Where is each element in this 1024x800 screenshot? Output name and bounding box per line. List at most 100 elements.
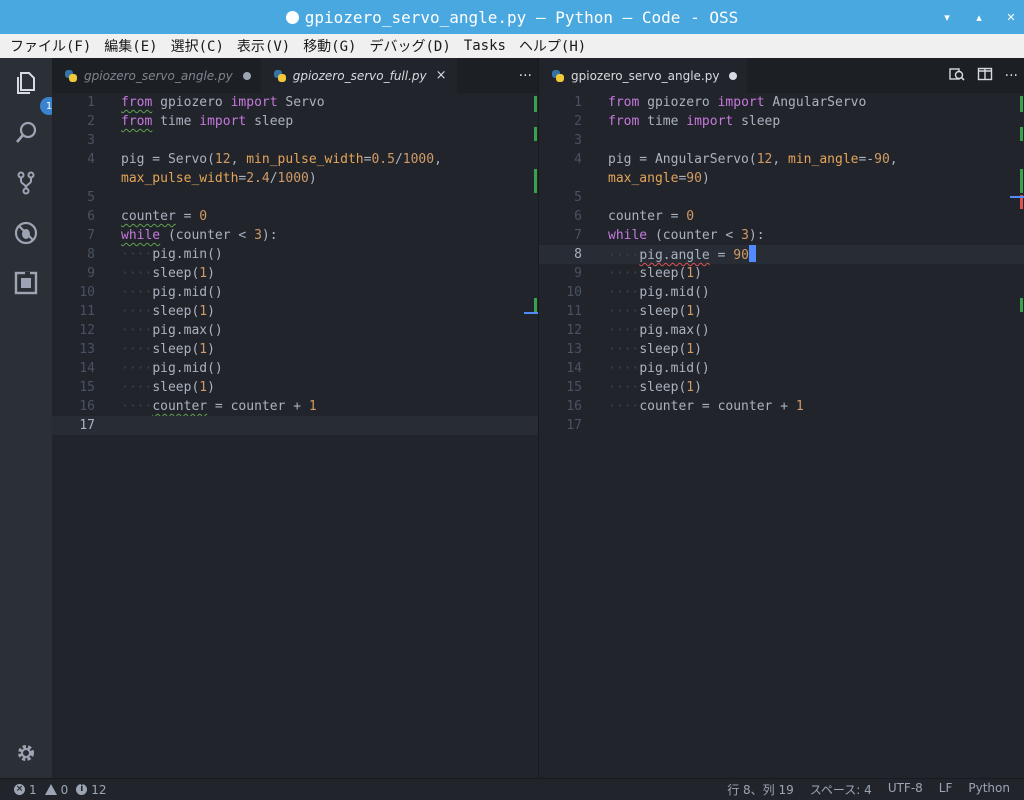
line-number: 11 (79, 304, 95, 319)
tab-label: gpiozero_servo_angle.py (571, 68, 720, 83)
git-added-marker (1020, 169, 1023, 193)
line-number: 2 (574, 114, 582, 129)
code-line: ····counter = counter + 1 (121, 399, 317, 414)
info-count: 12 (91, 782, 107, 797)
line-number: 9 (87, 266, 95, 281)
source-control-button[interactable] (13, 170, 39, 196)
code-line: ····sleep(1) (608, 304, 702, 319)
language-mode[interactable]: Python (968, 781, 1010, 798)
close-icon[interactable]: × (436, 68, 447, 83)
line-number: 7 (574, 228, 582, 243)
line-number: 1 (87, 95, 95, 110)
minimize-button[interactable]: ▾ (942, 11, 952, 24)
code-line: ····pig.max() (121, 323, 223, 338)
warning-count: 0 (60, 782, 69, 797)
encoding[interactable]: UTF-8 (888, 781, 923, 798)
code-line: ····pig.mid() (608, 361, 710, 376)
line-number: 3 (574, 133, 582, 148)
code-line: from gpiozero import Servo (121, 95, 325, 110)
unsaved-dot-icon[interactable] (242, 71, 251, 80)
code-line: counter = 0 (608, 209, 695, 224)
more-actions-button[interactable]: ··· (519, 68, 532, 84)
code-editor-left[interactable]: 1 from gpiozero import Servo 2 from time i… (52, 93, 538, 778)
debug-button[interactable] (13, 220, 39, 246)
search-icon (16, 121, 37, 143)
open-changes-button[interactable] (948, 66, 965, 86)
menu-selection[interactable]: 選択(C) (171, 36, 224, 56)
tab-servo-angle[interactable]: gpiozero_servo_angle.py (52, 58, 261, 93)
code-editor-right[interactable]: 1 from gpiozero import AngularServo 2 from… (539, 93, 1024, 778)
split-editor-button[interactable] (977, 66, 993, 86)
line-number: 10 (79, 285, 95, 300)
settings-button[interactable] (13, 740, 39, 766)
unsaved-dot-icon[interactable] (729, 71, 738, 80)
git-added-marker (534, 127, 537, 141)
files-icon (17, 72, 35, 94)
code-line: ····counter = counter + 1 (608, 399, 804, 414)
code-line: while (counter < 3): (608, 228, 765, 243)
code-line: ····pig.mid() (608, 285, 710, 300)
line-number: 15 (566, 380, 582, 395)
line-number: 12 (566, 323, 582, 338)
menu-tasks[interactable]: Tasks (464, 38, 506, 54)
maximize-button[interactable]: ▴ (974, 11, 984, 24)
menu-go[interactable]: 移動(G) (303, 36, 356, 56)
window-title: gpiozero_servo_angle.py — Python — Code … (304, 7, 739, 27)
line-number: 7 (87, 228, 95, 243)
unsaved-dot-icon (285, 10, 299, 24)
menu-view[interactable]: 表示(V) (237, 36, 290, 56)
line-number: 6 (574, 209, 582, 224)
git-added-marker (1020, 298, 1023, 312)
menu-help[interactable]: ヘルプ(H) (519, 36, 586, 56)
explorer-button[interactable]: 1 (13, 70, 58, 115)
code-line: ····sleep(1) (608, 380, 702, 395)
line-number: 14 (566, 361, 582, 376)
code-line: ····sleep(1) (121, 380, 215, 395)
indentation[interactable]: スペース: 4 (810, 781, 872, 798)
cursor-overview-marker (524, 312, 538, 314)
tab-servo-full[interactable]: gpiozero_servo_full.py × (260, 58, 457, 93)
line-number: 5 (574, 190, 582, 205)
menu-debug[interactable]: デバッグ(D) (369, 36, 450, 56)
cursor-position[interactable]: 行 8、列 19 (727, 781, 794, 798)
error-count: 1 (29, 782, 37, 797)
menu-file[interactable]: ファイル(F) (10, 36, 91, 56)
line-number: 11 (566, 304, 582, 319)
line-number: 5 (87, 190, 95, 205)
python-icon (551, 69, 565, 83)
line-number: 14 (79, 361, 95, 376)
error-icon: × (14, 784, 25, 795)
title-bar: gpiozero_servo_angle.py — Python — Code … (0, 0, 1024, 34)
code-line: max_pulse_width=2.4/1000) (121, 171, 317, 186)
editor-group-left: gpiozero_servo_angle.py gpiozero_servo_f… (52, 58, 538, 778)
code-line: ····pig.max() (608, 323, 710, 338)
line-number: 12 (79, 323, 95, 338)
line-number: 9 (574, 266, 582, 281)
code-line: ····sleep(1) (608, 342, 702, 357)
code-line: ····pig.mid() (121, 361, 223, 376)
code-line: pig = Servo(12, min_pulse_width=0.5/1000… (121, 152, 442, 167)
python-icon (273, 69, 287, 83)
line-number: 16 (566, 399, 582, 414)
tab-bar: gpiozero_servo_angle.py gpiozero_servo_f… (52, 58, 538, 93)
end-of-line[interactable]: LF (939, 781, 953, 798)
more-actions-button[interactable]: ··· (1005, 68, 1018, 84)
tab-servo-angle[interactable]: gpiozero_servo_angle.py (539, 58, 748, 93)
problems-summary[interactable]: × 1 0 i 12 (0, 783, 107, 797)
extensions-button[interactable] (13, 270, 39, 296)
close-window-button[interactable]: ✕ (1006, 11, 1016, 24)
code-line: ····sleep(1) (608, 266, 702, 281)
line-number: 4 (574, 152, 582, 167)
search-button[interactable] (13, 120, 39, 146)
line-number: 13 (566, 342, 582, 357)
warning-icon (44, 784, 57, 795)
line-number: 17 (566, 418, 582, 433)
tab-bar: gpiozero_servo_angle.py ··· (539, 58, 1024, 93)
info-icon: i (76, 784, 88, 795)
code-line: ····sleep(1) (121, 342, 215, 357)
tab-label: gpiozero_servo_angle.py (84, 68, 233, 83)
menu-edit[interactable]: 編集(E) (104, 36, 157, 56)
editor-group-right: gpiozero_servo_angle.py ··· 1 from gpioze… (539, 58, 1024, 778)
line-number: 4 (87, 152, 95, 167)
git-added-marker (534, 96, 537, 112)
